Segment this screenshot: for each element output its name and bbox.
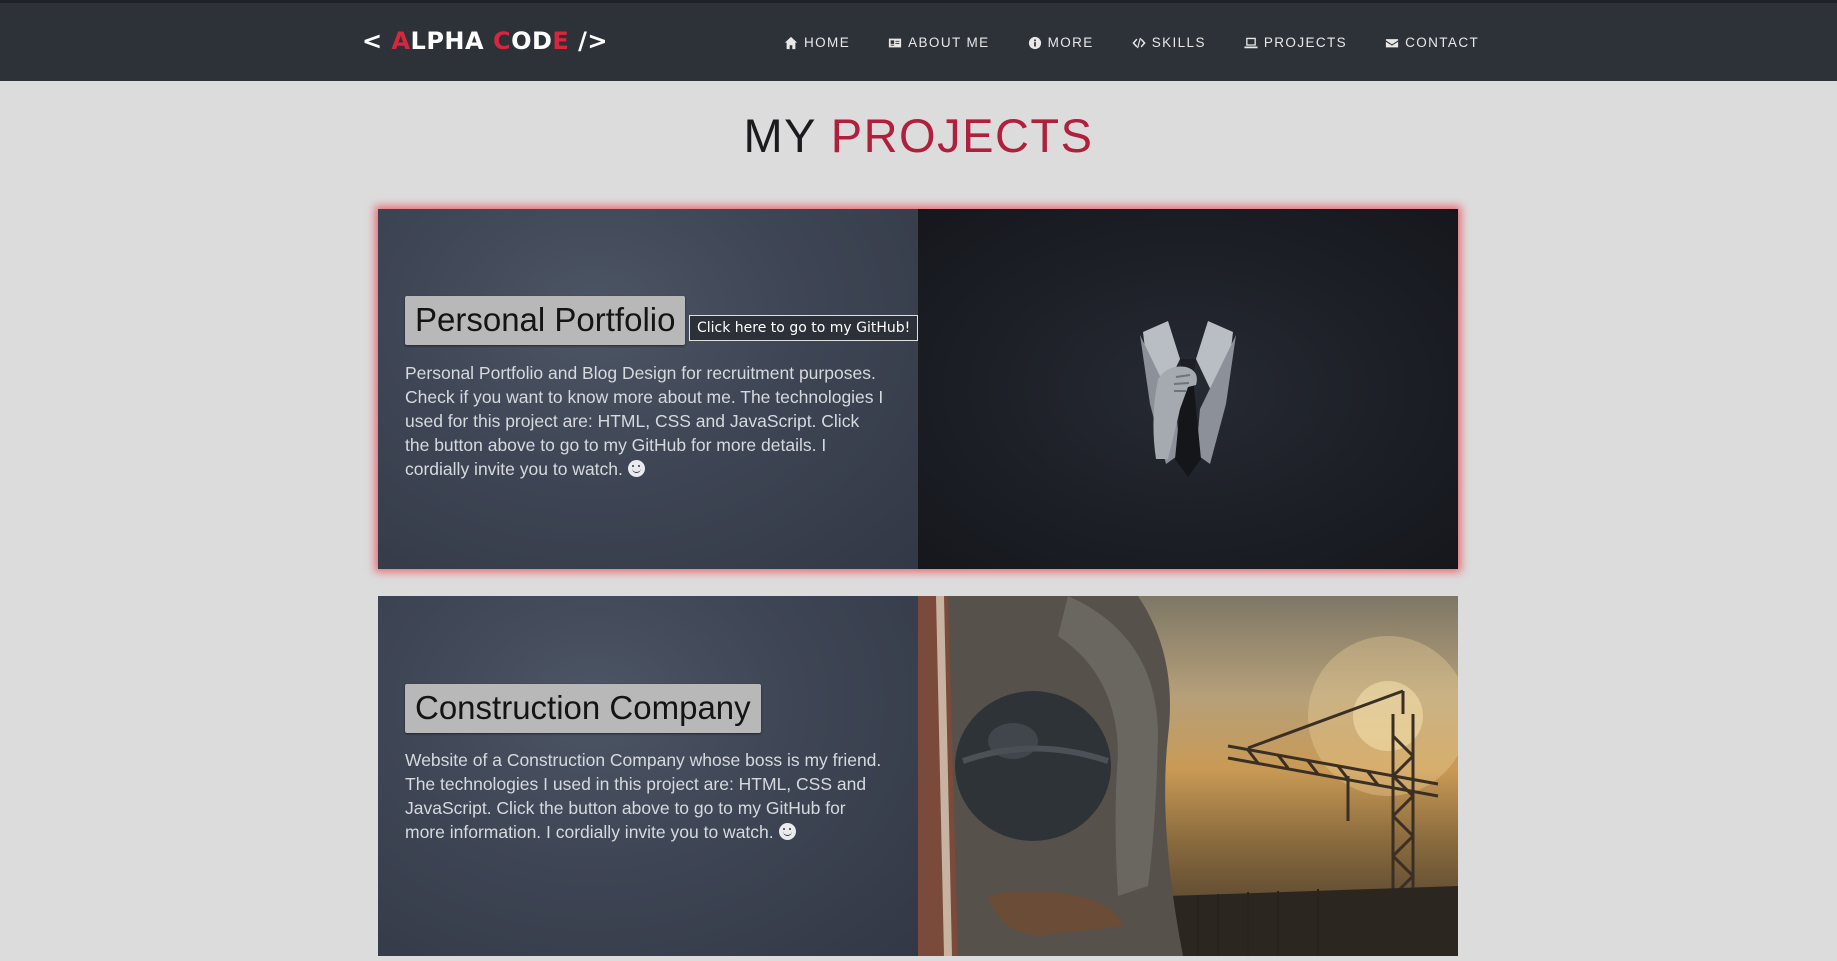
logo-letter-a: A [391, 27, 411, 55]
project-image-construction [918, 596, 1458, 956]
top-navbar: < ALPHA CODE /> HOME ABOUT ME MORE SKILL… [0, 0, 1837, 81]
project-info-panel: Personal Portfolio Click here to go to m… [378, 209, 919, 569]
nav-label-home: HOME [804, 35, 851, 50]
smiley-icon [627, 460, 645, 477]
logo-lpha: LPHA [410, 27, 493, 55]
project-card-construction-company: Construction Company Website of a Constr… [378, 596, 1458, 956]
nav-item-skills[interactable]: SKILLS [1132, 35, 1206, 50]
nav-label-more: MORE [1047, 35, 1094, 50]
smiley-icon [778, 823, 796, 840]
logo-close-bracket: /> [569, 27, 609, 55]
nav-item-contact[interactable]: CONTACT [1385, 35, 1479, 50]
home-icon [784, 36, 798, 49]
id-card-icon [888, 38, 902, 47]
main-nav: HOME ABOUT ME MORE SKILLS PROJECTS CONTA… [784, 35, 1517, 50]
page-title-projects: PROJECTS [830, 109, 1094, 162]
code-icon [1132, 37, 1146, 48]
project-image-suit [918, 209, 1458, 569]
github-button[interactable]: Click here to go to my GitHub! [689, 315, 919, 341]
nav-item-projects[interactable]: PROJECTS [1244, 35, 1347, 50]
info-icon [1028, 36, 1041, 49]
project-description-text: Website of a Construction Company whose … [405, 750, 882, 842]
page-title: MY PROJECTS [0, 108, 1837, 163]
nav-item-about-me[interactable]: ABOUT ME [888, 35, 989, 50]
laptop-icon [1244, 37, 1258, 48]
envelope-icon [1385, 38, 1399, 47]
page-title-my: MY [743, 109, 831, 162]
suit-tie-icon [1140, 321, 1236, 477]
construction-worker-photo [918, 596, 1458, 956]
nav-item-more[interactable]: MORE [1028, 35, 1094, 50]
nav-item-home[interactable]: HOME [784, 35, 850, 50]
nav-label-contact: CONTACT [1405, 35, 1480, 50]
project-title: Personal Portfolio [405, 296, 686, 345]
logo-open-bracket: < [362, 27, 392, 55]
logo-od: OD [511, 27, 553, 55]
logo-letter-e: E [552, 27, 570, 55]
project-card-personal-portfolio: Personal Portfolio Click here to go to m… [378, 209, 1458, 569]
project-description: Website of a Construction Company whose … [405, 748, 885, 844]
project-description-text: Personal Portfolio and Blog Design for r… [405, 363, 884, 479]
project-description: Personal Portfolio and Blog Design for r… [405, 361, 885, 481]
project-info-panel: Construction Company Website of a Constr… [378, 596, 918, 956]
project-title: Construction Company [405, 684, 761, 733]
nav-label-about-me: ABOUT ME [908, 35, 990, 50]
site-logo[interactable]: < ALPHA CODE /> [362, 27, 608, 55]
nav-label-projects: PROJECTS [1263, 35, 1348, 50]
logo-letter-c: C [492, 27, 512, 55]
nav-label-skills: SKILLS [1151, 35, 1206, 50]
